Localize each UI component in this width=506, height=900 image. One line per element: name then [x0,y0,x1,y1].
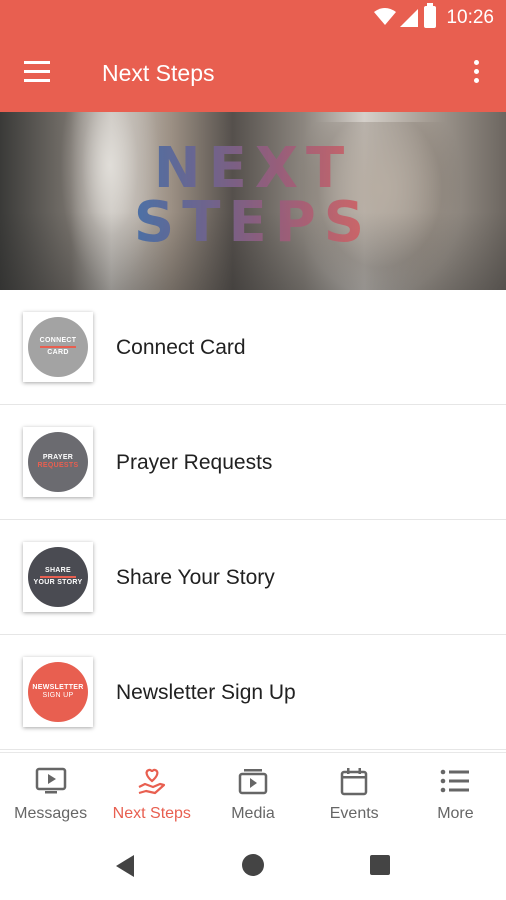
screen: 10:26 Next Steps NEXT STEPS CONNECTCARD [0,0,506,900]
tab-messages[interactable]: Messages [0,753,101,828]
battery-icon [424,3,436,28]
list-item-connect-card[interactable]: CONNECT CARD Connect Card [0,290,506,405]
home-icon[interactable] [242,854,264,876]
overflow-menu-icon[interactable] [466,60,486,90]
next-steps-list: CONNECT CARD Connect Card PRAYER REQUESTS … [0,290,506,750]
tab-label: Messages [14,805,88,822]
list-item-share-your-story[interactable]: SHARE YOUR STORY Share Your Story [0,520,506,635]
back-icon[interactable] [114,854,136,878]
tab-events[interactable]: Events [304,753,405,828]
tab-next-steps[interactable]: Next Steps [101,753,202,828]
calendar-icon [340,768,368,796]
list-item-label: Newsletter Sign Up [116,681,296,704]
connect-card-thumbnail: CONNECT CARD [23,312,93,382]
status-time: 10:26 [446,7,494,28]
list-item-label: Prayer Requests [116,451,273,474]
tab-label: More [437,805,474,822]
hero-title-line2: STEPS [133,190,373,255]
list-icon [441,769,470,793]
hero-title: NEXT STEPS [0,142,506,250]
share-your-story-thumbnail: SHARE YOUR STORY [23,542,93,612]
tv-play-icon [35,767,66,794]
tab-label: Next Steps [112,805,191,822]
top-bar: 10:26 Next Steps [0,0,506,112]
page-title: Next Steps [102,60,215,86]
system-navigation-bar [0,828,506,900]
list-item-label: Connect Card [116,336,246,359]
tab-media[interactable]: Media [202,753,303,828]
list-item-label: Share Your Story [116,566,275,589]
status-bar: 10:26 [0,0,506,38]
app-bar: Next Steps [0,38,506,112]
list-item-newsletter-sign-up[interactable]: NEWSLETTER SIGN UP Newsletter Sign Up [0,635,506,750]
hero-banner: NEXT STEPS [0,112,506,290]
hand-heart-icon [138,768,165,795]
tab-label: Media [231,805,275,822]
list-item-prayer-requests[interactable]: PRAYER REQUESTS Prayer Requests [0,405,506,520]
media-play-icon [238,769,268,795]
tab-more[interactable]: More [405,753,506,828]
prayer-requests-thumbnail: PRAYER REQUESTS [23,427,93,497]
bottom-navigation: Messages Next Steps Media Events More [0,752,506,828]
tab-label: Events [329,805,379,822]
newsletter-thumbnail: NEWSLETTER SIGN UP [23,657,93,727]
hero-title-line1: NEXT [153,136,353,201]
signal-icon [400,9,418,27]
recents-icon[interactable] [370,855,390,875]
wifi-icon [374,8,396,25]
hamburger-menu-icon[interactable] [22,61,58,89]
